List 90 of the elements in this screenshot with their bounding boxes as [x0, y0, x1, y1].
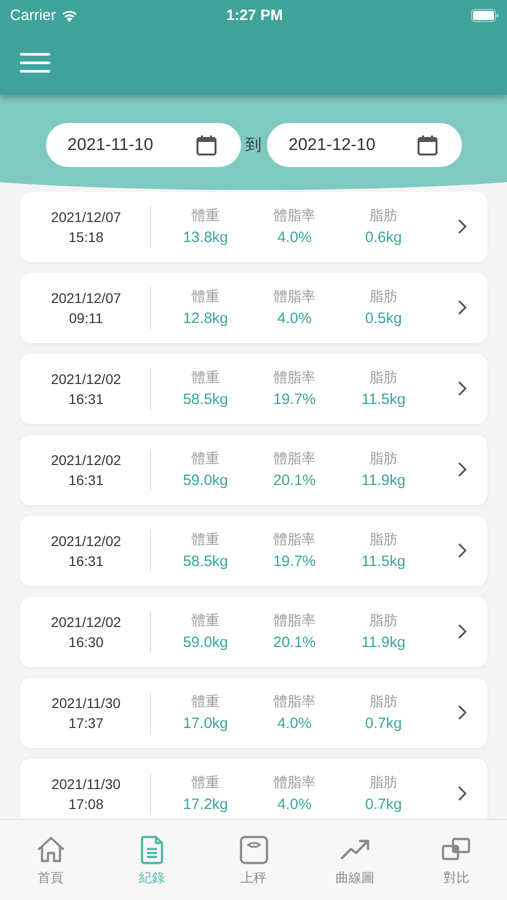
- metric-value: 58.5kg: [182, 391, 228, 408]
- metric-value: 13.8kg: [182, 229, 228, 246]
- metric-value: 4.0%: [277, 715, 312, 732]
- metric-label: 體脂率: [274, 207, 316, 226]
- metric-value: 0.7kg: [365, 715, 402, 732]
- chevron-right-icon: [458, 624, 467, 640]
- metric-label: 體重: [192, 774, 220, 792]
- metric-label: 脂肪: [370, 450, 398, 468]
- metric-label: 脂肪: [370, 774, 398, 792]
- record-card[interactable]: 2021/12/07 15:18 體重 13.8kg 體脂率 4.0% 脂肪 0.6kg: [20, 192, 487, 262]
- record-time: 16:31: [68, 472, 104, 488]
- carrier-name: Carrier: [10, 6, 56, 24]
- metric-label: 體脂率: [274, 288, 316, 306]
- metric-value: 20.1%: [273, 634, 316, 652]
- metric-value: 11.5kg: [362, 553, 406, 570]
- chevron-right-icon: [458, 786, 467, 802]
- record-card[interactable]: 2021/12/02 16:31 體重 58.5kg 體脂率 19.7% 脂肪 11.5kg: [20, 516, 487, 586]
- record-date: 2021/12/07: [50, 208, 122, 225]
- record-card[interactable]: 2021/12/02 16:30 體重 59.0kg 體脂率 20.1% 脂肪 11.9kg: [20, 596, 487, 667]
- metric-label: 體脂率: [274, 612, 316, 630]
- record-card[interactable]: 2021/12/07 09:11 體重 12.8kg 體脂率 4.0% 脂肪 0.5kg: [20, 272, 487, 343]
- metric-value: 19.7%: [273, 553, 316, 570]
- metric-label: 體脂率: [274, 369, 316, 388]
- metric-label: 體脂率: [274, 693, 316, 712]
- metric-label: 脂肪: [370, 531, 398, 550]
- metric-value: 59.0kg: [182, 472, 228, 490]
- chevron-right-icon: [458, 381, 467, 396]
- metric-value: 17.0kg: [182, 715, 228, 732]
- chevron-right-icon: [458, 300, 467, 316]
- metric-value: 0.6kg: [365, 229, 402, 246]
- calendar-icon[interactable]: [196, 134, 216, 156]
- metric-value: 11.9kg: [362, 634, 406, 652]
- wifi-icon: [60, 8, 78, 22]
- metric-label: 體重: [192, 693, 220, 712]
- metric-value: 0.5kg: [365, 310, 402, 328]
- metric-label: 脂肪: [370, 612, 398, 630]
- record-time: 09:11: [69, 310, 103, 326]
- metric-label: 體重: [192, 369, 220, 388]
- record-time: 15:18: [68, 228, 104, 245]
- metric-label: 體重: [192, 207, 220, 226]
- metric-label: 體重: [192, 450, 220, 468]
- record-card[interactable]: 2021/11/30 17:37 體重 17.0kg 體脂率 4.0% 脂肪 0.7kg: [20, 678, 487, 748]
- date-field[interactable]: 2021-11-10: [46, 123, 240, 167]
- metric-value: 58.5kg: [182, 553, 228, 570]
- record-time: 16:30: [68, 634, 104, 650]
- record-time: 17:08: [68, 796, 104, 812]
- record-card[interactable]: 2021/11/30 17:08 體重 17.2kg 體脂率 4.0% 脂肪 0.7kg: [20, 758, 487, 820]
- record-date: 2021/12/02: [50, 452, 122, 468]
- metric-value: 20.1%: [273, 472, 316, 490]
- metric-label: 體重: [192, 531, 220, 550]
- metric-value: 11.5kg: [362, 391, 406, 408]
- chevron-right-icon: [458, 705, 467, 720]
- metric-value: 4.0%: [277, 796, 312, 814]
- status-time: 1:27 PM: [226, 6, 283, 24]
- battery-icon: [470, 8, 499, 22]
- chevron-right-icon: [458, 219, 467, 234]
- metric-value: 17.2kg: [182, 796, 228, 814]
- metric-label: 體重: [192, 288, 220, 306]
- metric-label: 體脂率: [274, 531, 316, 550]
- metric-label: 脂肪: [370, 288, 398, 306]
- record-card[interactable]: 2021/12/02 16:31 體重 59.0kg 體脂率 20.1% 脂肪 11.9kg: [20, 434, 487, 505]
- chevron-right-icon: [458, 462, 467, 478]
- metric-value: 12.8kg: [182, 310, 228, 328]
- record-time: 17:37: [68, 714, 104, 731]
- metric-value: 4.0%: [277, 229, 312, 246]
- chevron-right-icon: [458, 543, 467, 558]
- range-separator: 到: [246, 136, 262, 156]
- record-date: 2021/12/07: [50, 290, 122, 306]
- metric-label: 體脂率: [274, 450, 316, 468]
- metric-label: 脂肪: [370, 369, 398, 388]
- record-date: 2021/11/30: [51, 776, 121, 792]
- metric-value: 4.0%: [277, 310, 312, 328]
- metric-value: 59.0kg: [182, 634, 228, 652]
- calendar-icon[interactable]: [416, 134, 438, 156]
- menu-icon[interactable]: [20, 52, 50, 72]
- record-date: 2021/12/02: [50, 614, 122, 630]
- metric-value: 19.7%: [273, 391, 316, 408]
- record-time: 16:31: [68, 552, 104, 569]
- metric-label: 脂肪: [370, 207, 398, 226]
- metric-label: 脂肪: [370, 693, 398, 712]
- record-date: 2021/11/30: [51, 694, 121, 711]
- metric-value: 11.9kg: [362, 472, 406, 490]
- metric-label: 體重: [192, 612, 220, 630]
- date-field[interactable]: 2021-12-10: [266, 123, 462, 167]
- record-date: 2021/12/02: [50, 370, 122, 387]
- record-time: 16:31: [68, 390, 104, 407]
- metric-label: 體脂率: [274, 774, 316, 792]
- record-card[interactable]: 2021/12/02 16:31 體重 58.5kg 體脂率 19.7% 脂肪 11.5kg: [20, 354, 487, 424]
- record-date: 2021/12/02: [50, 532, 122, 549]
- metric-value: 0.7kg: [365, 796, 402, 814]
